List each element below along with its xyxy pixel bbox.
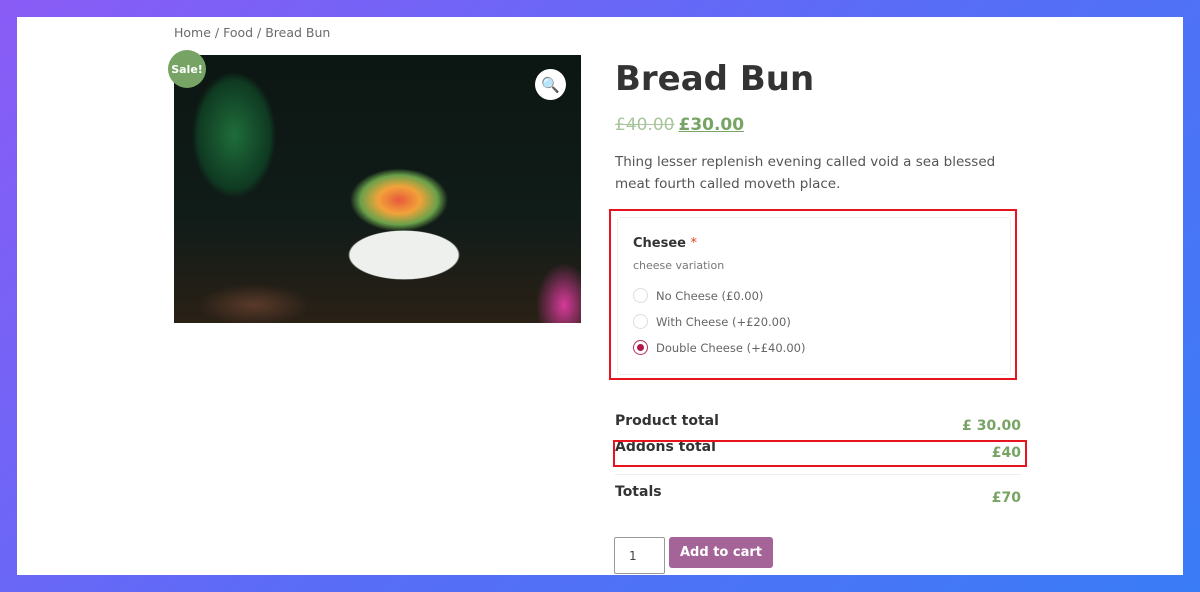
product-page: Home / Food / Bread Bun Sale! 🔍 Bread Bu… <box>17 17 1183 575</box>
radio[interactable] <box>633 314 648 329</box>
old-price: £40.00 <box>615 115 675 135</box>
radio-selected[interactable] <box>633 340 648 355</box>
sale-price: £30.00 <box>678 115 745 135</box>
product-total-row: Product total £ 30.00 <box>615 413 1021 434</box>
product-description: Thing lesser replenish evening called vo… <box>615 154 996 192</box>
product-title: Bread Bun <box>615 59 815 99</box>
totals-row: Totals £70 <box>615 484 1021 506</box>
magnifier-icon[interactable]: 🔍 <box>535 69 566 100</box>
option-double-cheese[interactable]: Double Cheese (+£40.00) <box>633 340 805 355</box>
option-with-cheese[interactable]: With Cheese (+£20.00) <box>633 314 791 329</box>
quantity-input[interactable] <box>614 537 665 574</box>
highlight-box <box>613 440 1027 467</box>
divider <box>615 474 1021 475</box>
product-image[interactable] <box>174 55 581 323</box>
addon-label: Chesee * <box>633 236 698 251</box>
addon-description: cheese variation <box>633 259 725 272</box>
option-no-cheese[interactable]: No Cheese (£0.00) <box>633 288 763 303</box>
add-to-cart-button[interactable]: Add to cart <box>669 537 773 568</box>
radio[interactable] <box>633 288 648 303</box>
required-marker: * <box>690 236 698 251</box>
breadcrumb[interactable]: Home / Food / Bread Bun <box>174 25 330 40</box>
sale-badge: Sale! <box>168 50 206 88</box>
price: £40.00 £30.00 <box>615 115 744 135</box>
